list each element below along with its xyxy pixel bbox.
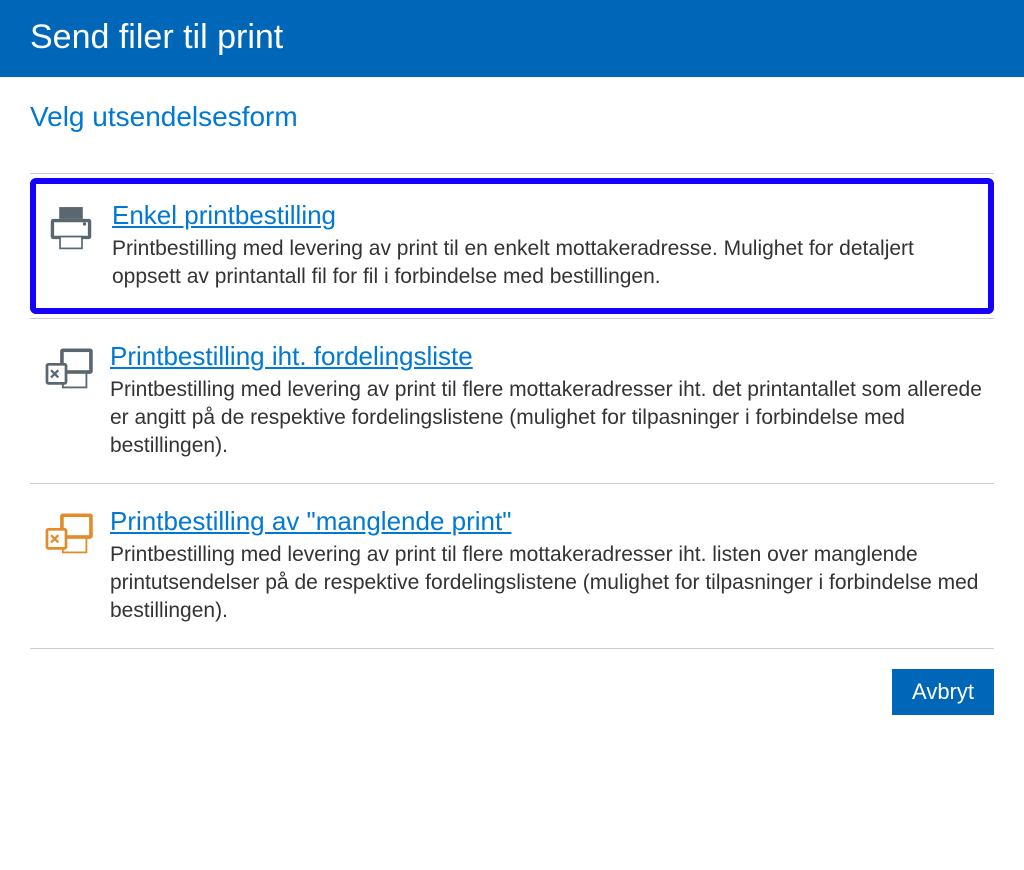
option-simple-print-desc: Printbestilling med levering av print ti…: [112, 235, 982, 292]
section-subtitle: Velg utsendelsesform: [30, 101, 994, 133]
dialog-header: Send filer til print: [0, 0, 1024, 77]
divider: [30, 173, 994, 174]
printer-icon: [42, 200, 112, 256]
dialog-title: Send filer til print: [30, 18, 283, 56]
dialog-footer: Avbryt: [0, 649, 1024, 715]
option-missing-print-desc: Printbestilling med levering av print ti…: [110, 541, 984, 626]
option-distribution-list[interactable]: Printbestilling iht. fordelingsliste Pri…: [30, 319, 994, 483]
option-simple-print-title[interactable]: Enkel printbestilling: [112, 200, 336, 231]
missing-print-icon: [40, 506, 110, 566]
option-distribution-list-title[interactable]: Printbestilling iht. fordelingsliste: [110, 341, 473, 372]
option-missing-print-title[interactable]: Printbestilling av "manglende print": [110, 506, 511, 537]
dialog-content: Velg utsendelsesform Enkel printbestilli…: [0, 77, 1024, 649]
cancel-button[interactable]: Avbryt: [892, 669, 994, 715]
distribution-list-icon: [40, 341, 110, 401]
option-missing-print[interactable]: Printbestilling av "manglende print" Pri…: [30, 484, 994, 648]
option-distribution-list-desc: Printbestilling med levering av print ti…: [110, 376, 984, 461]
option-simple-print[interactable]: Enkel printbestilling Printbestilling me…: [30, 178, 994, 314]
